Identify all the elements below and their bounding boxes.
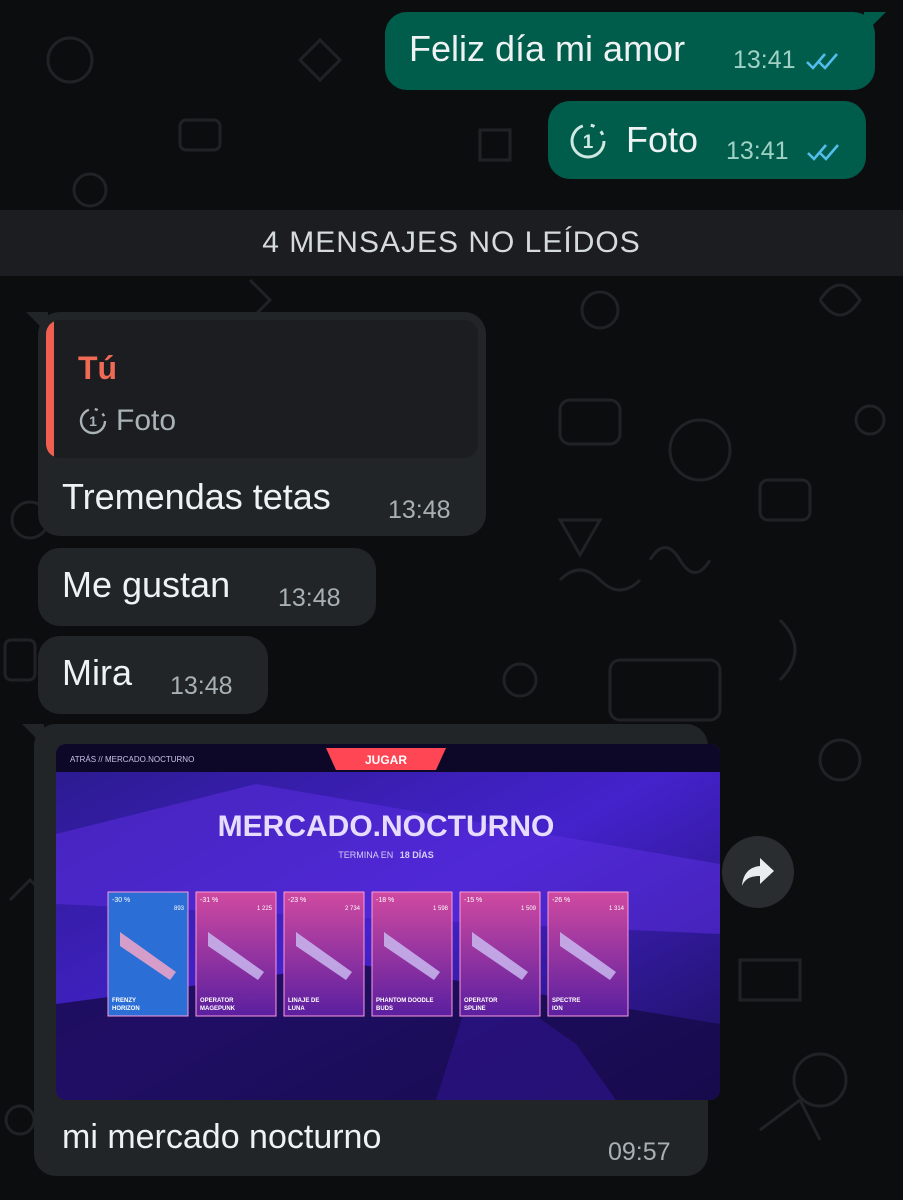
card-discount: -18 % bbox=[376, 897, 394, 904]
message-time: 13:41 bbox=[733, 46, 796, 74]
message-text: Mira bbox=[62, 652, 132, 693]
card-price: 1 509 bbox=[521, 906, 537, 912]
message-time: 13:41 bbox=[726, 137, 789, 165]
night-market-card: -23 % 2 734 LINAJE DE LUNA bbox=[283, 891, 365, 1017]
card-price: 2 734 bbox=[345, 906, 361, 912]
incoming-message[interactable]: Mira 13:48 bbox=[38, 636, 268, 714]
svg-text:1: 1 bbox=[583, 132, 594, 153]
card-name: BUDS bbox=[376, 1006, 393, 1012]
night-market-title: MERCADO.NOCTURNO bbox=[218, 810, 555, 843]
card-discount: -23 % bbox=[288, 897, 306, 904]
card-name: OPERATOR bbox=[464, 998, 498, 1004]
valorant-night-market-screenshot: ATRÁS // MERCADO.NOCTURNO JUGAR MERCADO.… bbox=[56, 744, 720, 1100]
night-market-card: -15 % 1 509 OPERATOR SPLINE bbox=[459, 891, 541, 1017]
card-discount: -15 % bbox=[464, 897, 482, 904]
game-nav-back: ATRÁS // MERCADO.NOCTURNO bbox=[70, 755, 194, 764]
unread-messages-divider: 4 MENSAJES NO LEÍDOS bbox=[0, 210, 903, 276]
message-time: 13:48 bbox=[388, 496, 451, 524]
forward-icon bbox=[742, 858, 774, 886]
card-name: SPECTRE bbox=[552, 998, 580, 1004]
card-price: 1 314 bbox=[609, 906, 625, 912]
card-name: LINAJE DE bbox=[288, 998, 319, 1004]
night-market-card: -31 % 1 225 OPERATOR MAGEPUNK bbox=[195, 891, 277, 1017]
night-market-card: -18 % 1 598 PHANTOM DOODLE BUDS bbox=[371, 891, 453, 1017]
message-time: 09:57 bbox=[608, 1138, 671, 1166]
quote-text: Foto bbox=[116, 404, 177, 437]
card-discount: -30 % bbox=[112, 897, 130, 904]
card-name: SPLINE bbox=[464, 1006, 486, 1012]
game-play-button: JUGAR bbox=[365, 753, 407, 767]
card-price: 1 225 bbox=[257, 906, 273, 912]
card-name: PHANTOM DOODLE bbox=[376, 998, 434, 1004]
read-receipt-icon bbox=[807, 144, 839, 161]
message-text: Foto bbox=[626, 119, 699, 160]
card-discount: -26 % bbox=[552, 897, 570, 904]
quoted-message[interactable]: Tú 1 Foto bbox=[46, 320, 478, 458]
night-market-ends-label: TERMINA EN bbox=[338, 850, 393, 860]
view-once-icon: 1 bbox=[570, 123, 606, 159]
svg-text:TERMINA EN 18 DÍAS: TERMINA EN 18 DÍAS bbox=[338, 850, 434, 860]
message-text: Me gustan bbox=[62, 564, 231, 605]
view-once-icon: 1 bbox=[79, 407, 107, 435]
night-market-card: -30 % 893 FRENZY HORIZON bbox=[107, 891, 189, 1017]
incoming-message[interactable]: Me gustan 13:48 bbox=[38, 548, 376, 626]
card-name: MAGEPUNK bbox=[200, 1006, 236, 1012]
message-time: 13:48 bbox=[278, 584, 341, 612]
image-caption: mi mercado nocturno bbox=[62, 1118, 382, 1156]
incoming-reply-message[interactable]: Tú 1 Foto Tremendas tetas 13:48 bbox=[38, 312, 486, 536]
card-price: 893 bbox=[174, 906, 185, 912]
outgoing-message[interactable]: Feliz día mi amor 13:41 bbox=[385, 12, 875, 90]
read-receipt-icon bbox=[806, 53, 838, 70]
card-name: FRENZY bbox=[112, 998, 136, 1004]
card-name: ION bbox=[552, 1006, 563, 1012]
night-market-days-left: 18 DÍAS bbox=[400, 850, 434, 860]
quote-accent-bar bbox=[46, 320, 54, 458]
card-price: 1 598 bbox=[433, 906, 449, 912]
unread-divider-label: 4 MENSAJES NO LEÍDOS bbox=[262, 226, 641, 259]
forward-button[interactable] bbox=[722, 836, 794, 908]
quote-author: Tú bbox=[78, 350, 118, 386]
card-name: OPERATOR bbox=[200, 998, 234, 1004]
svg-text:1: 1 bbox=[89, 413, 97, 429]
quote-body: 1 Foto bbox=[78, 404, 176, 438]
photo-attachment[interactable]: ATRÁS // MERCADO.NOCTURNO JUGAR MERCADO.… bbox=[56, 744, 720, 1100]
card-name: HORIZON bbox=[112, 1006, 140, 1012]
card-discount: -31 % bbox=[200, 897, 218, 904]
night-market-card: -26 % 1 314 SPECTRE ION bbox=[547, 891, 629, 1017]
outgoing-view-once-message[interactable]: 1 Foto 13:41 bbox=[548, 101, 866, 179]
message-time: 13:48 bbox=[170, 672, 233, 700]
incoming-image-message[interactable]: ATRÁS // MERCADO.NOCTURNO JUGAR MERCADO.… bbox=[34, 724, 720, 1176]
card-name: LUNA bbox=[288, 1006, 305, 1012]
message-text: Tremendas tetas bbox=[62, 476, 331, 517]
message-text: Feliz día mi amor bbox=[409, 28, 686, 69]
